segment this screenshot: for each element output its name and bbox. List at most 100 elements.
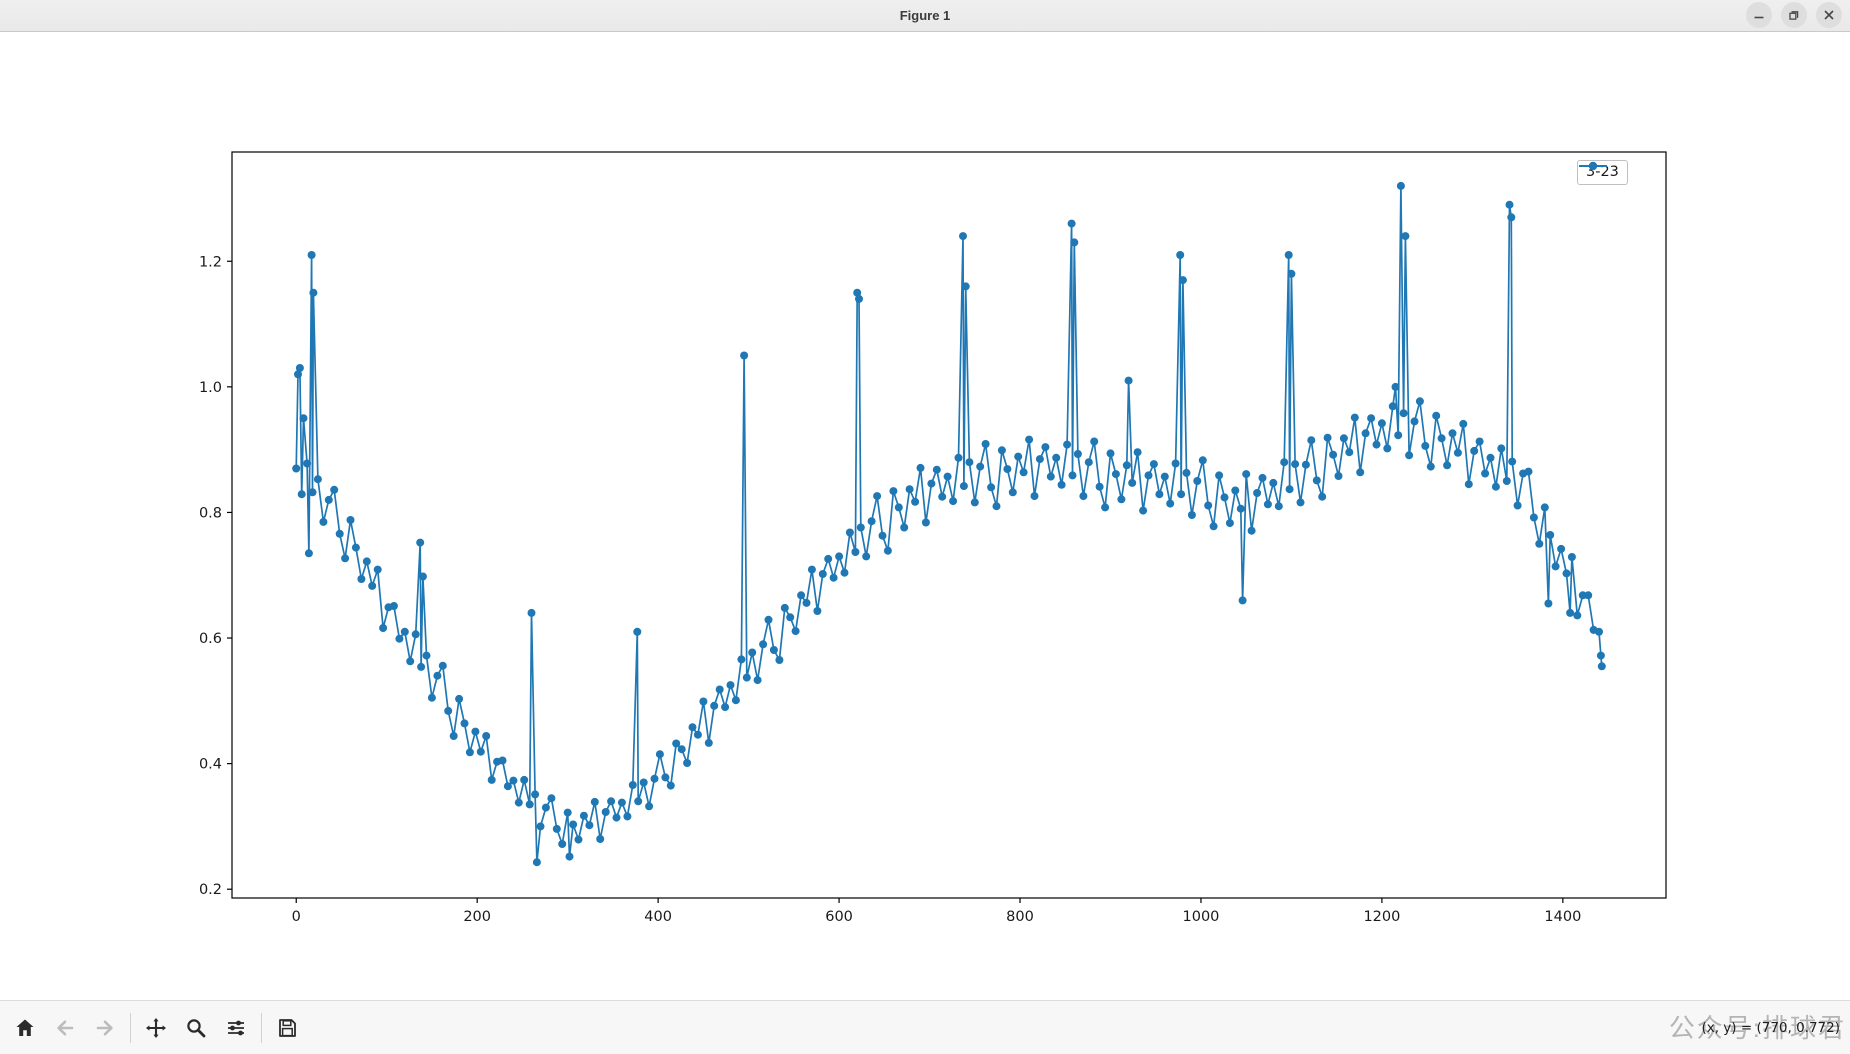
data-point-marker [1525,468,1533,476]
data-point-marker [868,517,876,525]
data-point-marker [1544,600,1552,608]
data-point-marker [955,454,963,462]
data-point-marker [1183,469,1191,477]
data-point-marker [740,352,748,360]
data-point-marker [1009,488,1017,496]
minimize-icon [1753,9,1765,21]
data-point-marker [1389,402,1397,410]
data-point-marker [716,686,724,694]
data-point-marker [1573,611,1581,619]
data-point-marker [1470,447,1478,455]
data-point-marker [596,835,604,843]
back-button[interactable] [46,1008,84,1048]
data-point-marker [1345,448,1353,456]
close-button[interactable] [1816,2,1842,28]
pan-move-icon [144,1016,168,1040]
data-point-marker [330,486,338,494]
data-point-marker [363,557,371,565]
data-point-marker [1112,470,1120,478]
data-point-marker [1595,628,1603,636]
data-point-marker [1063,441,1071,449]
data-point-marker [917,464,925,472]
data-point-marker [553,825,561,833]
data-point-marker [412,630,420,638]
data-point-marker [661,773,669,781]
data-point-marker [1340,434,1348,442]
cursor-coordinates-readout: (x, y) = (770, 0.772) [1701,1001,1840,1054]
data-point-marker [1172,460,1180,468]
data-point-marker [618,799,626,807]
configure-subplots-button[interactable] [217,1008,255,1048]
data-point-marker [419,573,427,581]
data-point-marker [303,460,311,468]
data-point-marker [406,657,414,665]
data-point-marker [1193,477,1201,485]
data-point-marker [314,475,322,483]
plot-area[interactable]: 02004006008001000120014000.20.40.60.81.0… [0,32,1850,1000]
data-point-marker [533,858,541,866]
data-point-marker [1432,412,1440,420]
data-point-marker [1530,514,1538,522]
data-point-marker [1476,438,1484,446]
data-point-marker [558,840,566,848]
data-point-marker [743,674,751,682]
data-point-marker [1096,483,1104,491]
pan-button[interactable] [137,1008,175,1048]
data-point-marker [1125,377,1133,385]
y-tick-label: 1.2 [199,254,222,270]
x-tick-label: 600 [825,909,853,925]
home-button[interactable] [6,1008,44,1048]
data-point-marker [775,656,783,664]
data-point-marker [433,672,441,680]
figure-canvas[interactable]: 02004006008001000120014000.20.40.60.81.0… [0,32,1850,1000]
save-button[interactable] [268,1008,306,1048]
data-point-marker [1552,562,1560,570]
data-point-marker [395,635,403,643]
data-point-marker [575,836,583,844]
data-point-marker [1231,487,1239,495]
minimize-button[interactable] [1746,2,1772,28]
data-point-marker [444,707,452,715]
data-point-marker [336,530,344,538]
data-point-marker [634,797,642,805]
data-point-marker [1297,498,1305,506]
data-point-marker [987,483,995,491]
y-tick-label: 0.2 [199,882,222,898]
forward-button[interactable] [86,1008,124,1048]
x-tick-label: 1400 [1544,909,1581,925]
data-point-marker [797,591,805,599]
data-point-marker [1449,429,1457,437]
toolbar-separator [130,1013,131,1043]
data-point-marker [841,569,849,577]
y-tick-label: 0.8 [199,505,222,521]
data-point-marker [1020,468,1028,476]
zoom-button[interactable] [177,1008,215,1048]
data-point-marker [471,728,479,736]
data-point-marker [944,473,952,481]
data-point-marker [792,627,800,635]
restore-button[interactable] [1781,2,1807,28]
data-point-marker [678,745,686,753]
data-point-marker [1090,438,1098,446]
data-point-marker [754,676,762,684]
data-point-marker [851,548,859,556]
data-point-marker [982,440,990,448]
x-tick-label: 0 [292,909,301,925]
data-point-marker [1287,270,1295,278]
x-tick-label: 1200 [1363,909,1400,925]
data-point-marker [1145,471,1153,479]
data-point-marker [727,681,735,689]
data-point-marker [482,732,490,740]
data-point-marker [569,821,577,829]
data-point-marker [824,555,832,563]
data-point-marker [461,719,469,727]
data-point-marker [357,575,365,583]
data-point-marker [1584,591,1592,599]
x-tick-label: 200 [463,909,491,925]
sliders-icon [224,1016,248,1040]
data-point-marker [1541,503,1549,511]
data-point-marker [759,640,767,648]
window-titlebar[interactable]: Figure 1 [0,0,1850,32]
data-point-marker [699,698,707,706]
data-point-marker [1176,251,1184,259]
